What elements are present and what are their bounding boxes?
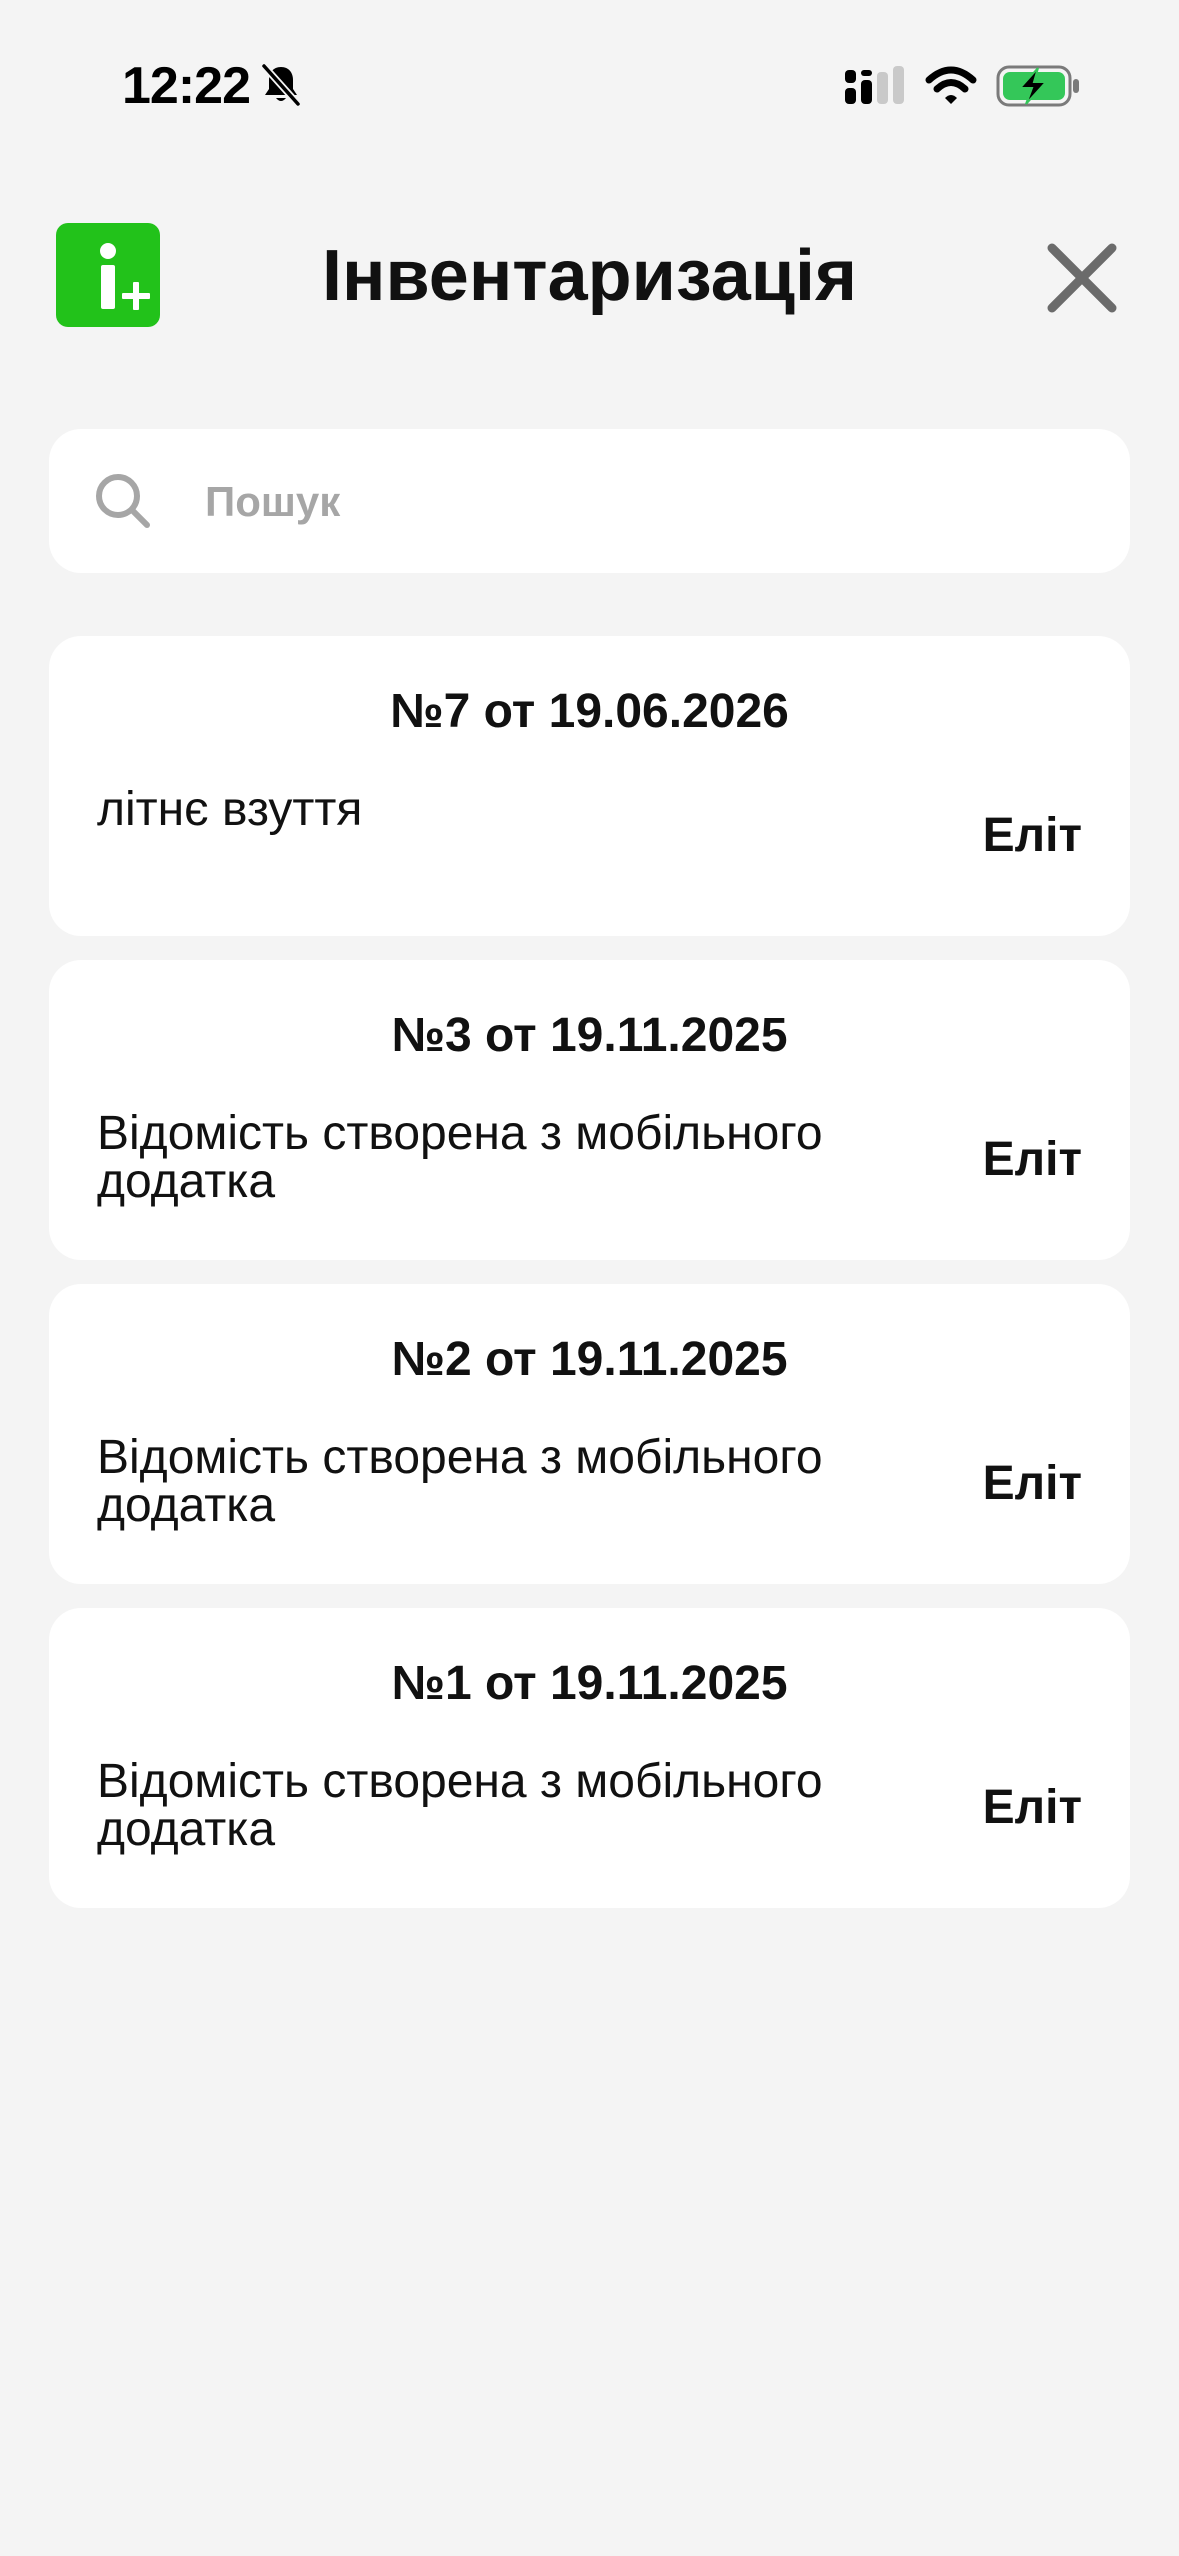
bell-slash-icon bbox=[261, 63, 301, 107]
doc-description: Відомість створена з мобільного додатка bbox=[97, 1107, 823, 1208]
doc-title: №3 от 19.11.2025 bbox=[391, 1009, 788, 1062]
list-item[interactable]: №7 от 19.06.2026 літнє взуття Еліт bbox=[49, 636, 1130, 936]
list-item[interactable]: №1 от 19.11.2025 Відомість створена з мо… bbox=[49, 1608, 1130, 1908]
app-logo bbox=[56, 223, 160, 327]
doc-title: №7 от 19.06.2026 bbox=[390, 685, 789, 738]
doc-description: Відомість створена з мобільного додатка bbox=[97, 1755, 823, 1856]
doc-store: Еліт bbox=[982, 1781, 1082, 1834]
doc-store: Еліт bbox=[982, 809, 1082, 862]
list-item[interactable]: №3 от 19.11.2025 Відомість створена з мо… bbox=[49, 960, 1130, 1260]
search-box[interactable] bbox=[49, 429, 1130, 573]
list-item[interactable]: №2 от 19.11.2025 Відомість створена з мо… bbox=[49, 1284, 1130, 1584]
cellular-signal-icon bbox=[845, 66, 904, 104]
doc-title: №1 от 19.11.2025 bbox=[391, 1657, 788, 1710]
close-button[interactable] bbox=[1040, 236, 1124, 320]
inventory-plus-logo bbox=[100, 243, 150, 310]
inventory-list: №7 от 19.06.2026 літнє взуття Еліт №3 от… bbox=[49, 636, 1130, 1908]
page-title: Інвентаризація bbox=[321, 236, 858, 316]
doc-description: літнє взуття bbox=[97, 783, 363, 836]
doc-store: Еліт bbox=[982, 1133, 1082, 1186]
doc-description: Відомість створена з мобільного додатка bbox=[97, 1431, 823, 1532]
battery-charging-icon bbox=[996, 65, 1079, 107]
doc-store: Еліт bbox=[982, 1457, 1082, 1510]
status-bar: 12:22 bbox=[0, 0, 1179, 150]
search-input[interactable] bbox=[203, 459, 1087, 545]
wifi-icon bbox=[925, 66, 977, 104]
search-icon bbox=[96, 474, 150, 528]
status-time: 12:22 bbox=[122, 57, 251, 115]
doc-title: №2 от 19.11.2025 bbox=[391, 1333, 788, 1386]
close-icon bbox=[1047, 243, 1117, 313]
